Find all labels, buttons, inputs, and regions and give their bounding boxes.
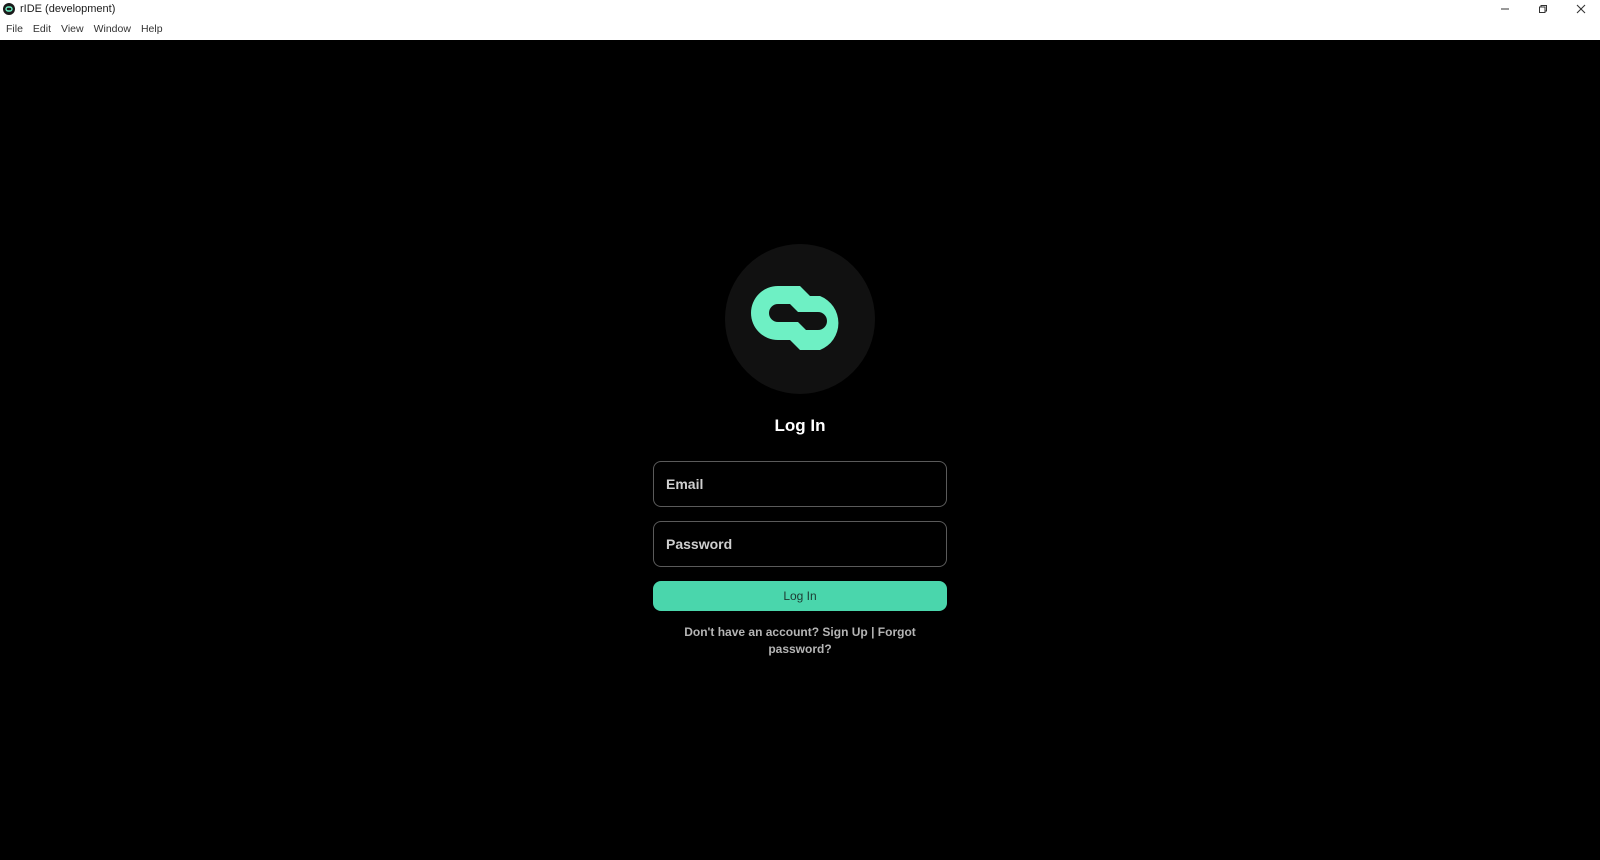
login-screen: Log In Log In Don't have an account? Sig…: [0, 40, 1600, 860]
menu-bar: File Edit View Window Help: [0, 18, 1600, 40]
menu-edit[interactable]: Edit: [28, 18, 56, 40]
window-controls: [1486, 0, 1600, 18]
email-input[interactable]: [653, 461, 947, 507]
restore-button[interactable]: [1524, 0, 1562, 18]
account-links: Don't have an account? Sign Up | Forgot …: [660, 624, 940, 658]
link-separator: |: [871, 625, 875, 639]
app-logo-icon: [3, 3, 15, 15]
login-title: Log In: [774, 416, 826, 435]
menu-file[interactable]: File: [0, 18, 28, 40]
password-input[interactable]: [653, 521, 947, 567]
title-bar: rIDE (development): [0, 0, 1600, 18]
minimize-button[interactable]: [1486, 0, 1524, 18]
minimize-icon: [1501, 8, 1509, 10]
menu-help[interactable]: Help: [136, 18, 168, 40]
login-button[interactable]: Log In: [653, 581, 947, 611]
no-account-text: Don't have an account?: [684, 625, 820, 639]
close-icon: [1576, 4, 1586, 14]
menu-view[interactable]: View: [56, 18, 89, 40]
menu-window[interactable]: Window: [89, 18, 136, 40]
sign-up-link[interactable]: Sign Up: [822, 625, 867, 639]
close-button[interactable]: [1562, 0, 1600, 18]
restore-icon: [1539, 5, 1547, 13]
app-logo-icon: [751, 286, 839, 350]
window-title: rIDE (development): [20, 3, 116, 15]
logo-badge: [725, 244, 875, 394]
